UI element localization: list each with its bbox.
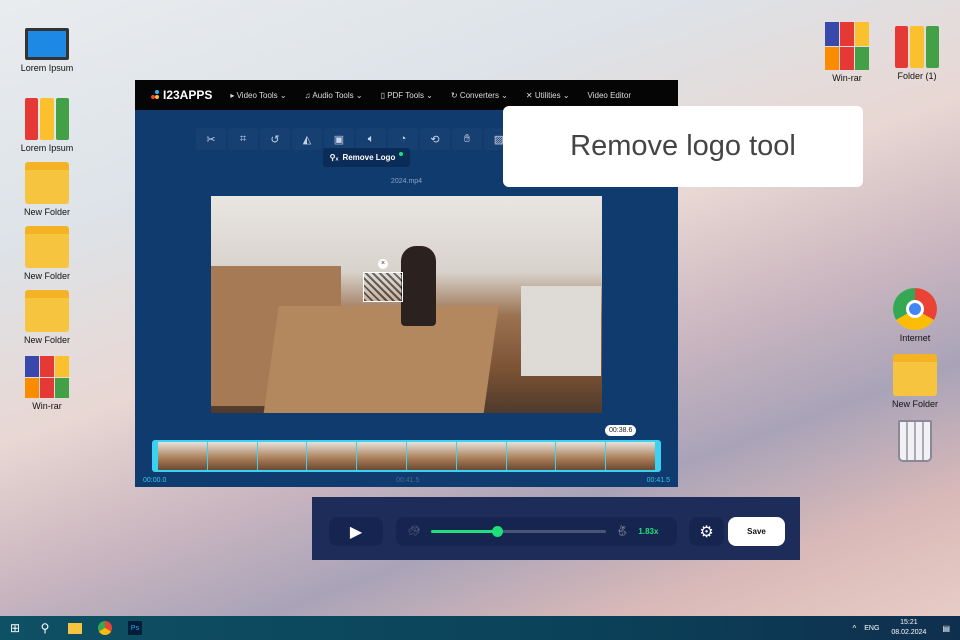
- folder-icon: [25, 226, 69, 268]
- close-selection-icon[interactable]: ×: [378, 259, 388, 269]
- callout-label: Remove logo tool: [503, 106, 863, 187]
- desktop-icon-winrar[interactable]: Win-rar: [812, 22, 882, 83]
- timeline-strip[interactable]: [152, 440, 661, 472]
- file-explorer-icon[interactable]: [60, 616, 90, 640]
- gear-icon: ⚙: [699, 523, 714, 541]
- clock[interactable]: 15:21 08.02.2024: [891, 618, 926, 638]
- taskbar: ⊞ ⚲ Ps ^ ENG 15:21 08.02.2024 ▤: [0, 616, 960, 640]
- desktop-icon-computer[interactable]: Lorem Ipsum: [12, 28, 82, 73]
- rabbit-icon: 🐇︎: [615, 526, 629, 537]
- logo[interactable]: I23APPS: [151, 88, 212, 102]
- speed-value: 1.83x: [638, 527, 659, 536]
- folder-icon: [25, 290, 69, 332]
- icon-label: New Folder: [23, 207, 70, 217]
- logo-selection-box[interactable]: ×: [363, 259, 403, 302]
- speed-slider[interactable]: [430, 526, 606, 537]
- icon-label: Lorem Ipsum: [20, 63, 74, 73]
- settings-button[interactable]: ⚙: [689, 517, 724, 546]
- winrar-icon: [825, 22, 869, 70]
- rotate-icon[interactable]: ↺: [260, 128, 290, 150]
- photoshop-icon[interactable]: Ps: [120, 616, 150, 640]
- remove-logo-tool-icon[interactable]: ▣: [324, 128, 354, 150]
- logo-text: I23APPS: [163, 88, 213, 102]
- desktop-icon-folder[interactable]: New Folder: [12, 226, 82, 281]
- video-preview: ×: [211, 196, 602, 413]
- desktop-icon-binders[interactable]: Lorem Ipsum: [12, 98, 82, 153]
- chrome-icon: [893, 288, 937, 330]
- nav-label: Video Tools: [236, 90, 278, 100]
- icon-label: Win-rar: [832, 73, 862, 83]
- speed-icon[interactable]: ◔: [388, 128, 418, 150]
- nav-utilities[interactable]: ✕ Utilities ⌄: [526, 91, 570, 100]
- nav-audio-tools[interactable]: ♫ Audio Tools ⌄: [305, 91, 363, 100]
- desktop-icon-internet[interactable]: Internet: [880, 288, 950, 343]
- folder-icon: [25, 162, 69, 204]
- save-button[interactable]: Save: [728, 517, 785, 546]
- nav-label: Audio Tools: [312, 90, 354, 100]
- folder-icon: [893, 354, 937, 396]
- trash-icon: [898, 420, 932, 462]
- desktop-icon-folder[interactable]: New Folder: [880, 354, 950, 409]
- speed-control: 🐢︎ 🐇︎ 1.83x: [396, 517, 677, 546]
- windows-start-icon[interactable]: ⊞: [0, 616, 30, 640]
- icon-label: New Folder: [891, 399, 938, 409]
- icon-label: Folder (1): [897, 71, 937, 81]
- packaging-shape: [521, 286, 601, 376]
- remove-logo-tooltip: ⚲ₓ Remove Logo: [323, 148, 410, 167]
- icon-label: New Folder: [23, 335, 70, 345]
- icon-label: Internet: [899, 333, 931, 343]
- crop-icon[interactable]: ⌗: [228, 128, 258, 150]
- nav-label: Utilities: [534, 90, 561, 100]
- tray-chevron-icon[interactable]: ^: [852, 624, 856, 633]
- slider-knob[interactable]: [492, 526, 504, 537]
- icon-label: Win-rar: [32, 401, 62, 411]
- clock-time: 15:21: [900, 619, 918, 626]
- icon-label: New Folder: [23, 271, 70, 281]
- time-start: 00:00.0: [143, 477, 167, 484]
- playback-bar: ▶ 🐢︎ 🐇︎ 1.83x ⚙ Save: [312, 497, 800, 560]
- binders-icon: [25, 98, 69, 140]
- nav-pdf-tools[interactable]: ▯ PDF Tools ⌄: [381, 91, 433, 100]
- flip-icon[interactable]: ◭: [292, 128, 322, 150]
- time-end: 00:41.5: [646, 477, 670, 484]
- icon-label: Lorem Ipsum: [20, 143, 74, 153]
- time-mid: 00:41.5: [396, 477, 420, 484]
- nav-video-editor[interactable]: Video Editor: [588, 91, 631, 100]
- clock-date: 08.02.2024: [891, 629, 927, 636]
- winrar-icon: [25, 356, 69, 398]
- binders-icon: [895, 26, 939, 68]
- desktop-icon-folder[interactable]: New Folder: [12, 290, 82, 345]
- search-icon[interactable]: ⚲: [30, 616, 60, 640]
- turtle-icon: 🐢︎: [408, 526, 421, 537]
- remove-logo-icon: ⚲ₓ: [329, 153, 339, 162]
- notifications-icon[interactable]: ▤: [942, 624, 950, 633]
- playhead-time: 00:38.6: [605, 425, 637, 436]
- language-indicator[interactable]: ENG: [864, 625, 879, 632]
- box-shape: [263, 306, 499, 413]
- desktop-icon-folder[interactable]: New Folder: [12, 162, 82, 217]
- loop-icon[interactable]: ⟲: [420, 128, 450, 150]
- desktop-icon-winrar[interactable]: Win-rar: [12, 356, 82, 411]
- person-shape: [401, 246, 436, 326]
- nav-converters[interactable]: ↻ Converters ⌄: [451, 91, 508, 100]
- status-dot: [399, 151, 404, 156]
- stabilize-icon[interactable]: ✋︎: [452, 128, 482, 150]
- chrome-icon[interactable]: [90, 616, 120, 640]
- desktop-icon-recycle-bin[interactable]: [880, 420, 950, 465]
- desktop-icon-binders[interactable]: Folder (1): [882, 26, 952, 81]
- volume-icon[interactable]: 🔈︎: [356, 128, 386, 150]
- logo-dots-icon: [151, 90, 159, 100]
- nav-label: Converters: [459, 90, 499, 100]
- tooltip-label: Remove Logo: [342, 153, 396, 162]
- nav-video-tools[interactable]: ▸ Video Tools ⌄: [230, 91, 286, 100]
- tool-bar: ✂ ⌗ ↺ ◭ ▣ 🔈︎ ◔ ⟲ ✋︎ ▨: [196, 128, 514, 150]
- play-button[interactable]: ▶: [329, 517, 383, 546]
- cut-icon[interactable]: ✂: [196, 128, 226, 150]
- computer-icon: [25, 28, 69, 60]
- nav-label: PDF Tools: [387, 90, 424, 100]
